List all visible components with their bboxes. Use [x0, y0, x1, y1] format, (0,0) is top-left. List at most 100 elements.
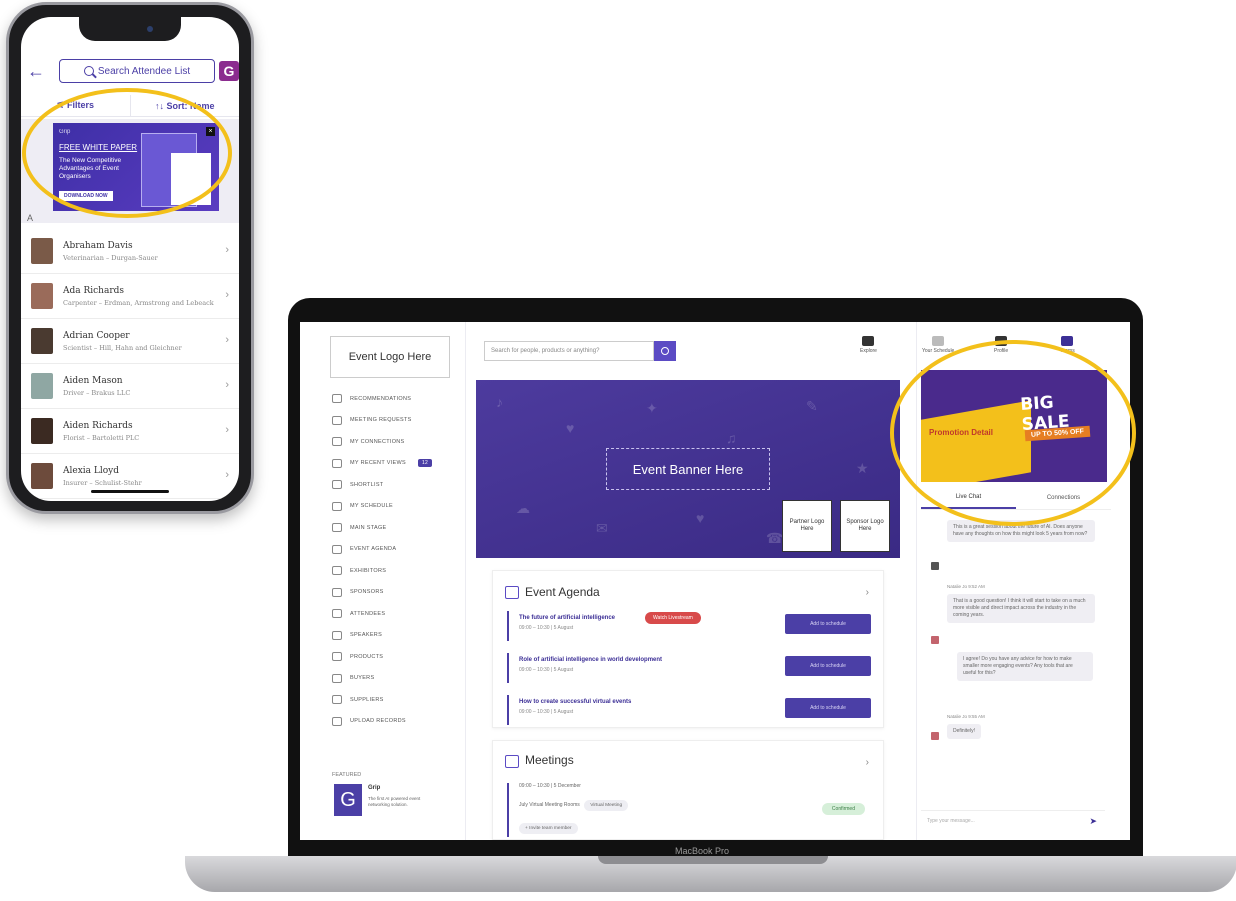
laptop-base-notch [598, 856, 828, 864]
chat-input-placeholder: Type your message... [927, 817, 975, 824]
chevron-right-icon[interactable]: › [866, 757, 869, 768]
attendee-row[interactable]: Abraham Davis Veterinarian – Durgan-Sauer… [21, 229, 239, 274]
add-to-schedule-button[interactable]: Add to schedule [785, 656, 871, 676]
nav-item[interactable]: MAIN STAGE [332, 517, 432, 539]
back-arrow-icon[interactable]: ← [25, 61, 47, 82]
grip-logo: G [219, 61, 239, 81]
nav-item[interactable]: EVENT AGENDA [332, 539, 432, 561]
watch-livestream-button[interactable]: Watch Livestream [645, 612, 701, 624]
laptop-model-label: MacBook Pro [675, 846, 730, 856]
nav-item[interactable]: UPLOAD RECORDS [332, 711, 432, 733]
search-placeholder: Search for people, products or anything? [491, 348, 600, 354]
pattern-icon: ✎ [806, 398, 818, 414]
agenda-item[interactable]: The future of artificial intelligence 09… [507, 611, 871, 641]
attendee-name: Aiden Mason [63, 375, 123, 386]
phone-device: ← Search Attendee List G ⚟ Filters ↑↓ So… [6, 2, 254, 514]
nav-label: MY CONNECTIONS [350, 438, 405, 445]
attendee-list: Abraham Davis Veterinarian – Durgan-Sauer… [21, 229, 239, 499]
nav-label: MY SCHEDULE [350, 503, 393, 510]
chevron-right-icon: › [225, 334, 229, 346]
phone-screen: ← Search Attendee List G ⚟ Filters ↑↓ So… [21, 17, 239, 501]
chevron-right-icon: › [225, 289, 229, 301]
event-logo-placeholder: Event Logo Here [330, 336, 450, 378]
invite-team-member-button[interactable]: + Invite team member [519, 823, 578, 834]
nav-item[interactable]: MY SCHEDULE [332, 496, 432, 518]
avatar [931, 636, 939, 644]
laptop-screen: Event Logo Here RECOMMENDATIONS MEETING … [300, 322, 1130, 840]
nav-item[interactable]: SPONSORS [332, 582, 432, 604]
topnav-explore[interactable]: Explore [860, 336, 877, 354]
attendee-role: Florist – Bartoletti PLC [63, 433, 140, 442]
attendee-row[interactable]: Ada Richards Carpenter – Erdman, Armstron… [21, 274, 239, 319]
attendee-search-input[interactable]: Search Attendee List [59, 59, 215, 83]
attendee-row[interactable]: Aiden Mason Driver – Brakus LLC › [21, 364, 239, 409]
attendee-row[interactable]: Adrian Cooper Scientist – Hill, Hahn and … [21, 319, 239, 364]
nav-item[interactable]: SPEAKERS [332, 625, 432, 647]
nav-label: SPONSORS [350, 589, 384, 596]
nav-item[interactable]: ATTENDEES [332, 603, 432, 625]
white-paper-ad[interactable]: Grip FREE WHITE PAPER The New Competitiv… [53, 123, 219, 211]
nav-label: BUYERS [350, 675, 375, 682]
nav-item[interactable]: SHORTLIST [332, 474, 432, 496]
add-to-schedule-button[interactable]: Add to schedule [785, 614, 871, 634]
event-banner: ♪ ♥ ✦ ♫ ✎ ★ ☁ ✉ ♥ ☎ Event Banner Here Pa… [476, 380, 900, 558]
nav-item[interactable]: MY RECENT VIEWS 12 [332, 453, 433, 475]
explore-icon [862, 336, 875, 346]
pattern-icon: ♪ [496, 394, 503, 410]
pattern-icon: ★ [856, 460, 869, 476]
section-letter: A [27, 213, 34, 223]
shortlist-icon [332, 480, 342, 490]
recent-views-icon [332, 458, 342, 468]
agenda-item[interactable]: How to create successful virtual events … [507, 695, 871, 725]
nav-item[interactable]: MEETING REQUESTS [332, 410, 432, 432]
ad-container: Grip FREE WHITE PAPER The New Competitiv… [21, 119, 239, 223]
send-icon[interactable]: ➤ [1089, 816, 1097, 827]
recommendations-icon [332, 394, 342, 404]
sort-button[interactable]: ↑↓ Sort: Name [131, 95, 240, 116]
chevron-right-icon[interactable]: › [866, 587, 869, 598]
avatar [31, 238, 53, 264]
chevron-right-icon: › [225, 424, 229, 436]
attendee-row[interactable]: Aiden Richards Florist – Bartoletti PLC › [21, 409, 239, 454]
tab-live-chat[interactable]: Live Chat [921, 486, 1016, 509]
tab-connections[interactable]: Connections [1016, 486, 1111, 509]
avatar [31, 373, 53, 399]
add-to-schedule-button[interactable]: Add to schedule [785, 698, 871, 718]
chat-input[interactable]: Type your message... ➤ [921, 810, 1105, 830]
nav-label: EVENT AGENDA [350, 546, 397, 553]
featured-description: The first AI powered event networking so… [368, 796, 421, 807]
nav-label: SHORTLIST [350, 481, 384, 488]
nav-label: PRODUCTS [350, 653, 384, 660]
nav-label: ATTENDEES [350, 610, 386, 617]
filters-button[interactable]: ⚟ Filters [21, 95, 131, 116]
download-now-button[interactable]: DOWNLOAD NOW [59, 191, 113, 201]
attendee-role: Driver – Brakus LLC [63, 388, 131, 397]
nav-item[interactable]: RECOMMENDATIONS [332, 388, 432, 410]
white-paper-page-image [171, 153, 211, 205]
featured-logo[interactable]: G [334, 784, 362, 816]
topnav-label: Explore [860, 348, 877, 354]
nav-item[interactable]: PRODUCTS [332, 646, 432, 668]
nav-item[interactable]: BUYERS [332, 668, 432, 690]
sponsor-logo-placeholder: Sponsor Logo Here [840, 500, 890, 552]
meetings-calendar-icon [505, 755, 519, 768]
nav-item[interactable]: EXHIBITORS [332, 560, 432, 582]
virtual-meeting-pill[interactable]: Virtual Meeting [584, 800, 629, 811]
featured-name[interactable]: Grip [368, 785, 380, 791]
agenda-item[interactable]: Role of artificial intelligence in world… [507, 653, 871, 683]
search-icon [661, 347, 669, 355]
close-ad-icon[interactable]: × [206, 127, 215, 136]
global-search-input[interactable]: Search for people, products or anything? [484, 341, 654, 361]
ad-brand: Grip [59, 129, 71, 135]
chevron-right-icon: › [225, 469, 229, 481]
nav-item[interactable]: MY CONNECTIONS [332, 431, 432, 453]
attendee-name: Ada Richards [63, 285, 125, 296]
chat-message: I agree! Do you have any advice for how … [957, 652, 1093, 681]
meetings-card: Meetings › 09:00 – 10:30 | 5 December Ju… [492, 740, 884, 840]
meeting-item[interactable]: 09:00 – 10:30 | 5 December July Virtual … [507, 783, 871, 837]
suppliers-icon [332, 695, 342, 705]
nav-item[interactable]: SUPPLIERS [332, 689, 432, 711]
big-sale-ad[interactable]: BIG SALE Promotion Detail UP TO 50% OFF [921, 370, 1107, 482]
search-button[interactable] [654, 341, 676, 361]
nav-label: SPEAKERS [350, 632, 383, 639]
